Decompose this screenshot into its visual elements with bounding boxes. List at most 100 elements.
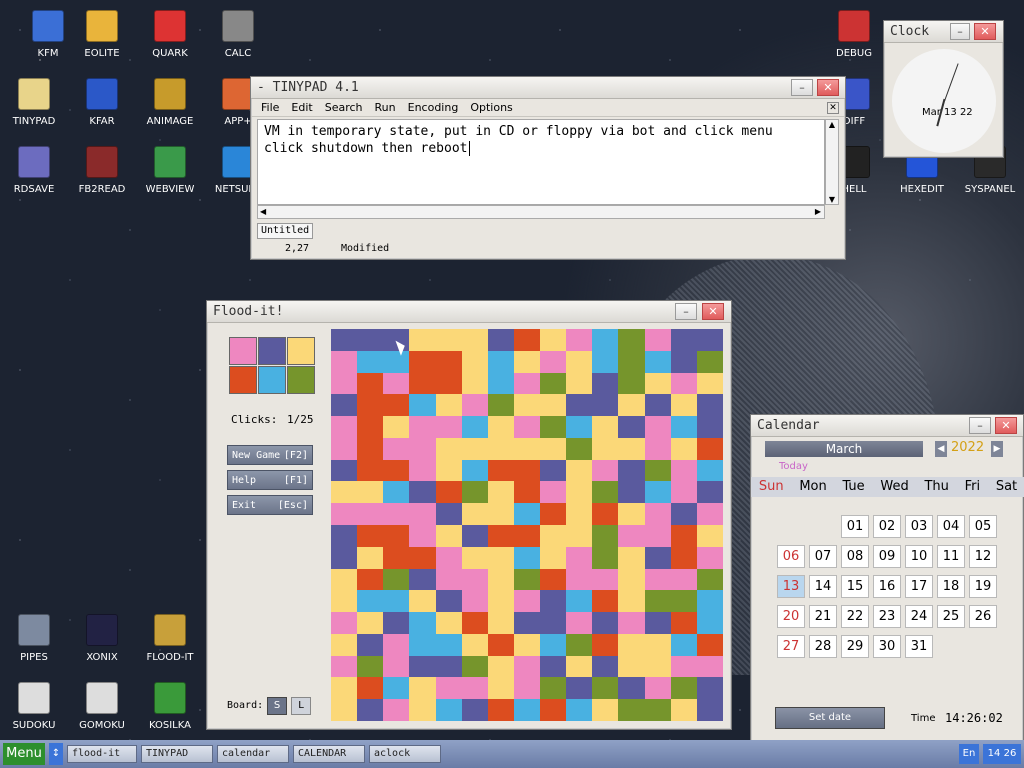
- desktop-icon-fb2read[interactable]: FB2READ: [68, 146, 136, 195]
- task-switcher-icon[interactable]: ↕: [49, 743, 63, 765]
- task-aclock[interactable]: aclock: [369, 745, 441, 763]
- desktop-icon-kfar[interactable]: KFAR: [68, 78, 136, 127]
- day-cell[interactable]: 13: [777, 575, 805, 598]
- menu-button[interactable]: Menu: [3, 743, 45, 765]
- menu-edit[interactable]: Edit: [291, 101, 312, 114]
- vertical-scrollbar[interactable]: ▲ ▼: [825, 119, 839, 205]
- desktop-icon-debug[interactable]: DEBUG: [820, 10, 888, 59]
- day-cell[interactable]: 10: [905, 545, 933, 568]
- language-indicator[interactable]: En: [959, 744, 979, 764]
- task-tinypad[interactable]: TINYPAD: [141, 745, 213, 763]
- day-cell[interactable]: 25: [937, 605, 965, 628]
- day-cell[interactable]: 31: [905, 635, 933, 658]
- palette-color-3[interactable]: [229, 366, 257, 394]
- day-cell[interactable]: 03: [905, 515, 933, 538]
- day-cell[interactable]: 27: [777, 635, 805, 658]
- board-large-button[interactable]: L: [291, 697, 311, 715]
- desktop-icon-eolite[interactable]: EOLITE: [68, 10, 136, 59]
- desktop-icon-calc[interactable]: CALC: [204, 10, 272, 59]
- day-cell[interactable]: 22: [841, 605, 869, 628]
- day-cell[interactable]: 15: [841, 575, 869, 598]
- tinypad-titlebar[interactable]: - TINYPAD 4.1: [251, 77, 845, 99]
- day-cell[interactable]: 17: [905, 575, 933, 598]
- desktop-icon-pipes[interactable]: PIPES: [0, 614, 68, 663]
- desktop-icon-webview[interactable]: WEBVIEW: [136, 146, 204, 195]
- menu-search[interactable]: Search: [325, 101, 363, 114]
- day-cell[interactable]: 09: [873, 545, 901, 568]
- palette-color-4[interactable]: [258, 366, 286, 394]
- desktop-icon-floodit[interactable]: FLOOD-IT: [136, 614, 204, 663]
- help-button[interactable]: Help [F1]: [227, 470, 313, 490]
- desktop-icon-kosilka[interactable]: KOSILKA: [136, 682, 204, 731]
- desktop-icon-animage[interactable]: ANIMAGE: [136, 78, 204, 127]
- palette-color-5[interactable]: [287, 366, 315, 394]
- board-cell: [513, 655, 541, 678]
- horizontal-scrollbar[interactable]: ◀ ▶: [257, 205, 825, 219]
- day-cell[interactable]: 01: [841, 515, 869, 538]
- desktop-icon-rdsave[interactable]: RDSAVE: [0, 146, 68, 195]
- exit-button[interactable]: Exit [Esc]: [227, 495, 313, 515]
- board-cell: [357, 568, 384, 591]
- tab-untitled[interactable]: Untitled: [257, 223, 314, 239]
- close-button[interactable]: ✕: [702, 303, 724, 320]
- desktop-icon-gomoku[interactable]: GOMOKU: [68, 682, 136, 731]
- board-cell: [435, 590, 463, 613]
- day-cell[interactable]: 12: [969, 545, 997, 568]
- day-cell[interactable]: 26: [969, 605, 997, 628]
- next-year-button[interactable]: ▶: [991, 441, 1003, 457]
- day-cell[interactable]: 11: [937, 545, 965, 568]
- minimize-button[interactable]: –: [969, 417, 991, 434]
- tinypad-window: - TINYPAD 4.1 – ✕ File Edit Search Run Encod…: [250, 76, 846, 260]
- day-cell[interactable]: 21: [809, 605, 837, 628]
- new-game-button[interactable]: New Game [F2]: [227, 445, 313, 465]
- day-cell[interactable]: 07: [809, 545, 837, 568]
- day-cell[interactable]: 23: [873, 605, 901, 628]
- day-cell[interactable]: 24: [905, 605, 933, 628]
- palette-color-0[interactable]: [229, 337, 257, 365]
- desktop-icon-quark[interactable]: QUARK: [136, 10, 204, 59]
- desktop-icon-sudoku[interactable]: SUDOKU: [0, 682, 68, 731]
- day-cell[interactable]: 19: [969, 575, 997, 598]
- desktop-icon-xonix[interactable]: XONIX: [68, 614, 136, 663]
- menu-options[interactable]: Options: [470, 101, 512, 114]
- menu-encoding[interactable]: Encoding: [408, 101, 459, 114]
- task-calendar[interactable]: calendar: [217, 745, 289, 763]
- day-cell[interactable]: 06: [777, 545, 805, 568]
- flood-board[interactable]: [331, 329, 724, 722]
- task-flood-it[interactable]: flood-it: [67, 745, 137, 763]
- board-cell: [618, 590, 646, 613]
- desktop-icon-tinypad[interactable]: TINYPAD: [0, 78, 68, 127]
- day-cell[interactable]: 14: [809, 575, 837, 598]
- minimize-button[interactable]: –: [791, 79, 813, 96]
- day-cell[interactable]: 18: [937, 575, 965, 598]
- taskbar-clock[interactable]: 14 26: [983, 744, 1021, 764]
- editor-area[interactable]: VM in temporary state, put in CD or flop…: [257, 119, 825, 205]
- board-cell: [592, 459, 619, 482]
- day-cell[interactable]: 20: [777, 605, 805, 628]
- task-calendar[interactable]: CALENDAR: [293, 745, 365, 763]
- day-cell[interactable]: 16: [873, 575, 901, 598]
- close-button[interactable]: ✕: [974, 23, 996, 40]
- set-date-button[interactable]: Set date: [775, 707, 885, 729]
- minimize-button[interactable]: –: [675, 303, 697, 320]
- day-cell[interactable]: 04: [937, 515, 965, 538]
- today-link[interactable]: Today: [779, 461, 808, 472]
- prev-year-button[interactable]: ◀: [935, 441, 947, 457]
- menu-file[interactable]: File: [261, 101, 279, 114]
- day-cell[interactable]: 05: [969, 515, 997, 538]
- close-button[interactable]: ✕: [995, 417, 1017, 434]
- palette-color-2[interactable]: [287, 337, 315, 365]
- day-cell[interactable]: 08: [841, 545, 869, 568]
- flood-titlebar[interactable]: Flood-it!: [207, 301, 731, 323]
- menu-run[interactable]: Run: [375, 101, 396, 114]
- doc-close-icon[interactable]: ✕: [827, 102, 839, 114]
- day-cell[interactable]: 29: [841, 635, 869, 658]
- day-cell[interactable]: 02: [873, 515, 901, 538]
- board-small-button[interactable]: S: [267, 697, 287, 715]
- day-cell[interactable]: 30: [873, 635, 901, 658]
- close-button[interactable]: ✕: [817, 79, 839, 96]
- palette-color-1[interactable]: [258, 337, 286, 365]
- day-cell[interactable]: 28: [809, 635, 837, 658]
- month-selector[interactable]: March: [765, 441, 923, 457]
- minimize-button[interactable]: –: [950, 23, 970, 40]
